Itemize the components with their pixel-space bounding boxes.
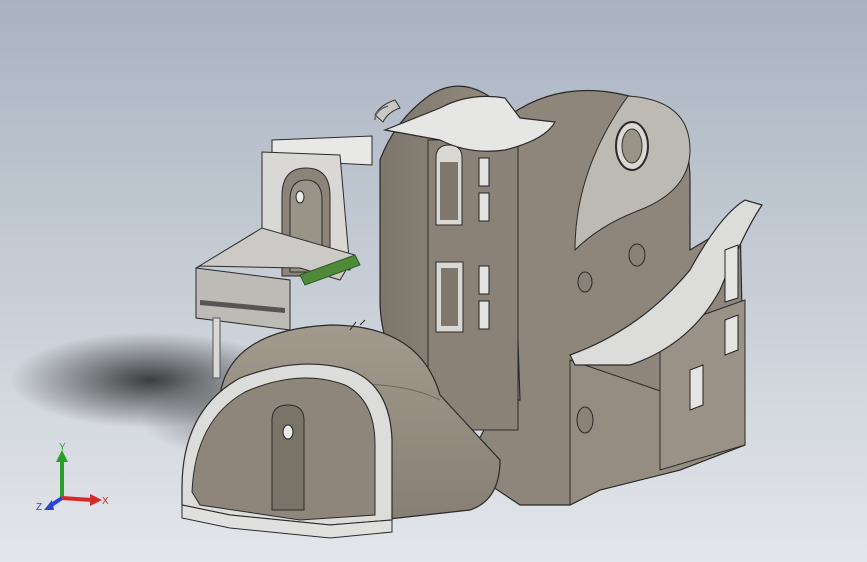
orientation-triad: Y X Z xyxy=(36,442,109,513)
x-axis-label: X xyxy=(102,496,109,507)
x-axis-arrow xyxy=(61,496,93,502)
graphics-viewport[interactable]: Y X Z xyxy=(0,0,867,562)
y-axis-label: Y xyxy=(59,442,66,453)
z-axis-arrowhead xyxy=(44,500,54,510)
model-view[interactable] xyxy=(0,0,867,562)
entry-door xyxy=(271,404,305,511)
x-axis-arrowhead xyxy=(90,494,102,506)
z-axis-label: Z xyxy=(36,502,42,513)
